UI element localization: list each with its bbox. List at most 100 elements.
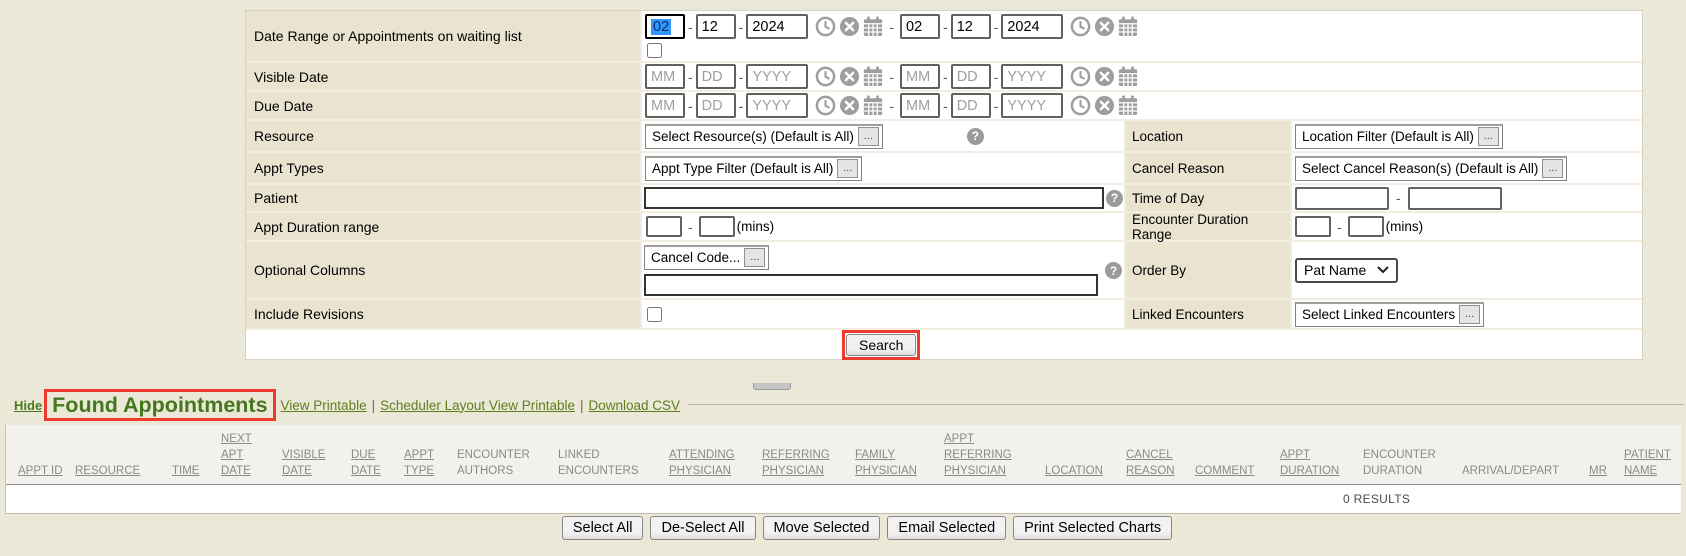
order-by-select[interactable]: Pat Name — [1295, 258, 1398, 283]
time-of-day-from-input[interactable] — [1295, 187, 1389, 210]
resource-filter-input[interactable]: Select Resource(s) (Default is All) ... — [645, 124, 883, 149]
calendar-icon[interactable] — [863, 95, 883, 116]
resource-more-button[interactable]: ... — [858, 127, 879, 146]
separator: - — [688, 19, 693, 35]
calendar-icon[interactable] — [863, 16, 883, 37]
appt-duration-max-input[interactable] — [699, 216, 735, 237]
clock-icon[interactable] — [815, 66, 836, 87]
include-revisions-checkbox[interactable] — [647, 307, 662, 322]
column-header-referring-physician[interactable]: REFERRING PHYSICIAN — [762, 447, 844, 479]
encounter-duration-max-input[interactable] — [1348, 216, 1384, 237]
clear-date-icon[interactable] — [839, 95, 860, 116]
clear-date-icon[interactable] — [1094, 16, 1115, 37]
column-header-time[interactable]: TIME — [172, 463, 210, 479]
clock-icon[interactable] — [815, 16, 836, 37]
select-all-button[interactable]: Select All — [562, 516, 644, 540]
deselect-all-button[interactable]: De-Select All — [650, 516, 755, 540]
date-range-from-month-input[interactable]: 02 — [645, 14, 685, 39]
column-header-appt-type[interactable]: APPT TYPE — [404, 447, 446, 479]
date-range-to-month-input[interactable]: 02 — [900, 14, 940, 39]
column-header-resource[interactable]: RESOURCE — [75, 463, 161, 479]
clock-icon[interactable] — [815, 95, 836, 116]
divider-handle[interactable] — [753, 383, 791, 390]
clock-icon[interactable] — [1070, 16, 1091, 37]
date-range-from-year-input[interactable]: 2024 — [746, 14, 808, 39]
search-button[interactable]: Search — [846, 334, 916, 356]
time-of-day-to-input[interactable] — [1408, 187, 1502, 210]
column-header-comment[interactable]: COMMENT — [1195, 463, 1269, 479]
clock-icon[interactable] — [1070, 66, 1091, 87]
patient-input[interactable] — [644, 187, 1104, 209]
column-header-appt-referring-physician[interactable]: APPT REFERRING PHYSICIAN — [944, 431, 1034, 479]
clear-date-icon[interactable] — [1094, 95, 1115, 116]
column-header-appt-id[interactable]: APPT ID — [18, 463, 64, 479]
date-range-from-day-input[interactable]: 12 — [696, 14, 736, 39]
visible-date-from-day-input[interactable]: DD — [696, 64, 736, 89]
email-selected-button[interactable]: Email Selected — [887, 516, 1006, 540]
hide-link[interactable]: Hide — [14, 398, 42, 413]
calendar-icon[interactable] — [1118, 66, 1138, 87]
location-more-button[interactable]: ... — [1478, 127, 1499, 146]
clear-date-icon[interactable] — [1094, 66, 1115, 87]
column-header-appt-duration[interactable]: APPT DURATION — [1280, 447, 1352, 479]
due-date-from-month-input[interactable]: MM — [645, 93, 685, 118]
cancel-reason-more-button[interactable]: ... — [1542, 159, 1563, 178]
column-header-family-physician[interactable]: FAMILY PHYSICIAN — [855, 447, 933, 479]
due-date-from-year-input[interactable]: YYYY — [746, 93, 808, 118]
calendar-icon[interactable] — [863, 66, 883, 87]
appt-type-more-button[interactable]: ... — [837, 159, 858, 178]
due-date-to-month-input[interactable]: MM — [900, 93, 940, 118]
visible-date-from-year-input[interactable]: YYYY — [746, 64, 808, 89]
time-of-day-label: Time of Day — [1124, 185, 1292, 211]
due-date-to-year-input[interactable]: YYYY — [1001, 93, 1063, 118]
appt-duration-min-input[interactable] — [646, 216, 682, 237]
encounter-duration-min-input[interactable] — [1295, 216, 1331, 237]
view-printable-link[interactable]: View Printable — [281, 398, 367, 413]
selected-text: 02 — [651, 19, 671, 35]
column-header-cancel-reason[interactable]: CANCEL REASON — [1126, 447, 1184, 479]
order-by-label: Order By — [1124, 242, 1292, 298]
visible-date-to-year-input[interactable]: YYYY — [1001, 64, 1063, 89]
results-header-bar: Hide Found Appointments View Printable |… — [14, 386, 680, 424]
cancel-reason-filter-input[interactable]: Select Cancel Reason(s) (Default is All)… — [1295, 156, 1567, 181]
waiting-list-checkbox[interactable] — [647, 43, 662, 58]
column-header-patient-name[interactable]: PATIENT NAME — [1624, 447, 1684, 479]
appt-type-filter-input[interactable]: Appt Type Filter (Default is All) ... — [645, 156, 862, 181]
date-range-to-day-input[interactable]: 12 — [951, 14, 991, 39]
patient-help-icon[interactable]: ? — [1106, 190, 1123, 207]
date-range-to-year-input[interactable]: 2024 — [1001, 14, 1063, 39]
column-header-next-apt-date[interactable]: NEXT APT DATE — [221, 431, 271, 479]
move-selected-button[interactable]: Move Selected — [763, 516, 881, 540]
optional-columns-filter-input[interactable]: Cancel Code... ... — [644, 245, 769, 270]
resource-filter-value: Select Resource(s) (Default is All) — [652, 129, 854, 144]
optional-columns-more-button[interactable]: ... — [744, 248, 765, 267]
cancel-reason-label: Cancel Reason — [1124, 153, 1292, 183]
column-header-attending-physician[interactable]: ATTENDING PHYSICIAN — [669, 447, 751, 479]
scheduler-layout-view-printable-link[interactable]: Scheduler Layout View Printable — [380, 398, 575, 413]
clear-date-icon[interactable] — [839, 16, 860, 37]
column-header-due-date[interactable]: DUE DATE — [351, 447, 393, 479]
visible-date-from-month-input[interactable]: MM — [645, 64, 685, 89]
optional-columns-help-icon[interactable]: ? — [1105, 262, 1122, 279]
print-selected-charts-button[interactable]: Print Selected Charts — [1013, 516, 1172, 540]
visible-date-to-month-input[interactable]: MM — [900, 64, 940, 89]
results-body: 0 RESULTS — [6, 485, 1681, 514]
clock-icon[interactable] — [1070, 95, 1091, 116]
location-label: Location — [1124, 121, 1292, 151]
calendar-icon[interactable] — [1118, 16, 1138, 37]
optional-columns-input[interactable] — [644, 274, 1098, 296]
separator: - — [739, 98, 744, 114]
resource-help-icon[interactable]: ? — [967, 128, 984, 145]
calendar-icon[interactable] — [1118, 95, 1138, 116]
due-date-from-day-input[interactable]: DD — [696, 93, 736, 118]
column-header-location[interactable]: LOCATION — [1045, 463, 1115, 479]
due-date-to-day-input[interactable]: DD — [951, 93, 991, 118]
location-filter-input[interactable]: Location Filter (Default is All) ... — [1295, 124, 1503, 149]
linked-encounters-more-button[interactable]: ... — [1459, 305, 1480, 324]
clear-date-icon[interactable] — [839, 66, 860, 87]
column-header-mr[interactable]: MR — [1589, 463, 1613, 479]
visible-date-to-day-input[interactable]: DD — [951, 64, 991, 89]
download-csv-link[interactable]: Download CSV — [589, 398, 681, 413]
linked-encounters-filter-input[interactable]: Select Linked Encounters ... — [1295, 302, 1484, 327]
column-header-visible-date[interactable]: VISIBLE DATE — [282, 447, 340, 479]
